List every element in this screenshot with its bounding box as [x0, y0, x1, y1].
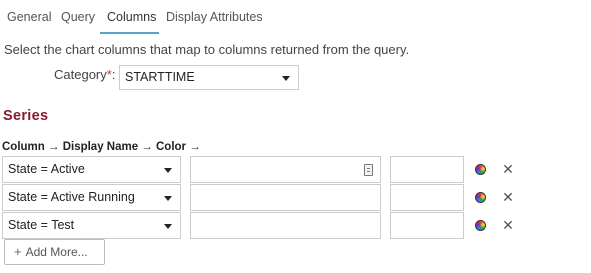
tab-columns[interactable]: Columns — [107, 10, 156, 24]
category-label-colon: : — [111, 67, 116, 82]
color-picker-icon[interactable] — [475, 192, 486, 203]
remove-row-icon[interactable]: ✕ — [501, 218, 515, 232]
document-icon[interactable] — [364, 164, 373, 176]
remove-row-icon[interactable]: ✕ — [501, 162, 515, 176]
series-color-input[interactable] — [390, 156, 464, 183]
columns-description: Select the chart columns that map to col… — [4, 42, 410, 57]
series-display-name-input[interactable] — [190, 212, 381, 239]
remove-row-icon[interactable]: ✕ — [501, 190, 515, 204]
tab-query[interactable]: Query — [61, 10, 95, 24]
series-column-value: State = Active Running — [8, 190, 135, 204]
category-label-text: Category — [54, 67, 107, 82]
plus-icon: + — [14, 244, 22, 259]
category-select[interactable]: STARTTIME — [119, 65, 299, 90]
active-tab-indicator — [100, 32, 159, 34]
series-heading: Series — [3, 108, 49, 124]
chevron-down-icon — [164, 196, 172, 201]
category-select-value: STARTTIME — [125, 70, 195, 84]
series-display-name-input[interactable] — [190, 156, 381, 183]
category-label: Category*: — [54, 67, 115, 82]
series-column-value: State = Test — [8, 218, 75, 232]
series-color-input[interactable] — [390, 212, 464, 239]
color-picker-icon[interactable] — [475, 220, 486, 231]
color-picker-icon[interactable] — [475, 164, 486, 175]
series-column-select[interactable]: State = Active Running — [2, 184, 181, 211]
series-column-select[interactable]: State = Test — [2, 212, 181, 239]
chevron-down-icon — [164, 168, 172, 173]
series-display-name-input[interactable] — [190, 184, 381, 211]
series-column-value: State = Active — [8, 162, 85, 176]
add-more-button[interactable]: + Add More... — [4, 239, 105, 265]
series-color-input[interactable] — [390, 184, 464, 211]
series-column-header: Column → Display Name → Color → — [2, 141, 201, 153]
tab-display-attributes[interactable]: Display Attributes — [166, 10, 263, 24]
tab-bar: General Query Columns Display Attributes — [0, 0, 591, 34]
chevron-down-icon — [164, 224, 172, 229]
tab-general[interactable]: General — [7, 10, 51, 24]
add-more-label: Add More... — [25, 245, 88, 259]
chevron-down-icon — [282, 76, 290, 81]
series-column-select[interactable]: State = Active — [2, 156, 181, 183]
